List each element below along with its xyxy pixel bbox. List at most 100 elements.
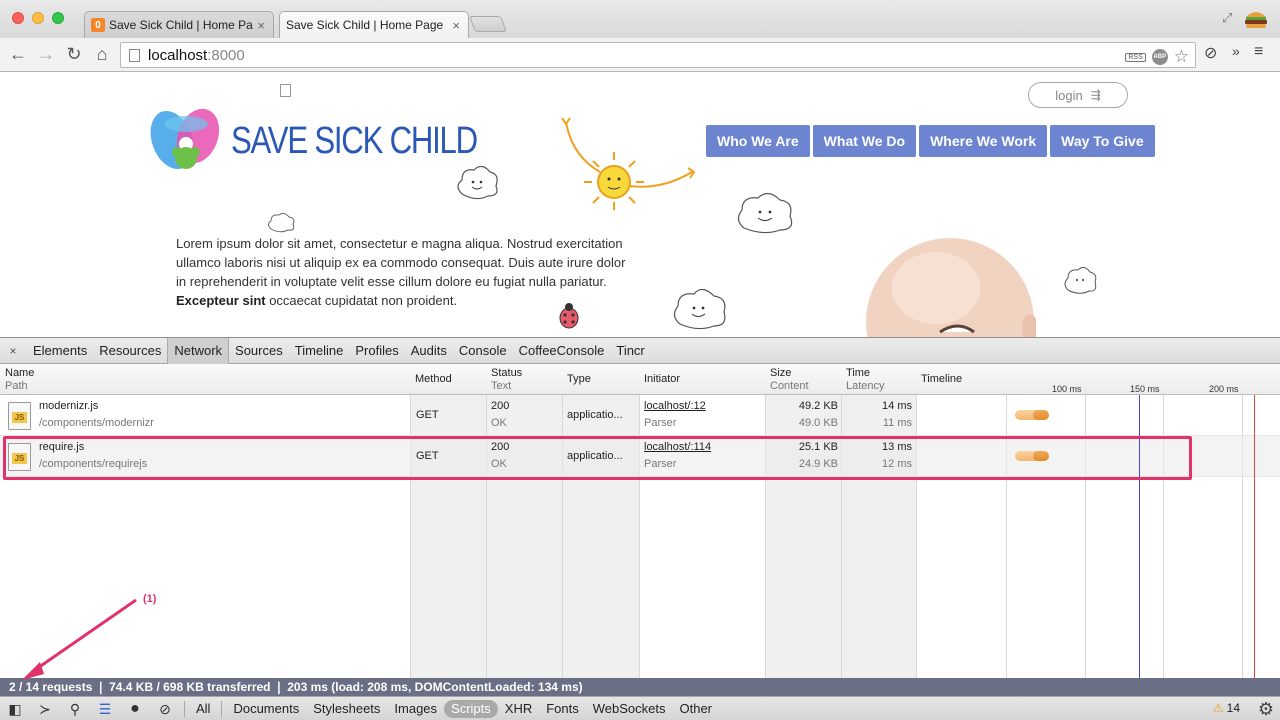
browser-titlebar: 0 Save Sick Child | Home Page × Save Sic… — [0, 0, 1280, 97]
header-status[interactable]: Status Text — [491, 367, 522, 393]
nav-way-to-give[interactable]: Way To Give — [1050, 125, 1155, 157]
rss-icon[interactable]: RSS — [1125, 52, 1146, 62]
settings-gear-icon[interactable]: ⚙ — [1258, 699, 1274, 720]
page-icon — [280, 84, 291, 97]
waterfall-bar[interactable] — [1015, 410, 1049, 420]
intro-bold: Excepteur sint — [176, 293, 266, 308]
annotation-highlight-box — [3, 436, 1192, 480]
nav-where-we-work[interactable]: Where We Work — [919, 125, 1048, 157]
cloud-doodle-icon — [1064, 266, 1097, 294]
tick-label: 200 ms — [1209, 384, 1239, 394]
extension-icon[interactable]: ⊘ — [1204, 43, 1217, 63]
browser-tab-2[interactable]: Save Sick Child | Home Page × — [279, 11, 469, 97]
tab-timeline[interactable]: Timeline — [289, 338, 350, 364]
initiator-link[interactable]: localhost/:12 — [644, 398, 706, 415]
js-file-icon: JS — [8, 402, 31, 430]
header-method[interactable]: Method — [415, 373, 452, 386]
login-label: login — [1055, 87, 1083, 103]
large-rows-icon[interactable]: ☰ — [90, 697, 120, 720]
sun-doodle-icon — [561, 117, 696, 210]
network-summary-bar: 2 / 14 requests ❘ 74.4 KB / 698 KB trans… — [0, 678, 1280, 696]
header-size-label: Size — [770, 367, 792, 379]
address-bar[interactable]: localhost:8000 RSS ABP ☆ — [120, 42, 1196, 68]
minimize-window-button[interactable] — [32, 12, 44, 24]
tab-network[interactable]: Network — [167, 337, 230, 364]
warning-counter[interactable]: ⚠ 14 — [1213, 701, 1240, 715]
cloud-doodle-icon — [457, 165, 498, 200]
tab-elements[interactable]: Elements — [27, 338, 93, 364]
filter-all[interactable]: All — [189, 700, 217, 718]
tab-coffeeconsole[interactable]: CoffeeConsole — [513, 338, 611, 364]
tab-close-icon[interactable]: × — [257, 18, 265, 33]
home-icon[interactable]: ⌂ — [90, 43, 114, 65]
tab-audits[interactable]: Audits — [405, 338, 453, 364]
url-port: :8000 — [207, 46, 245, 64]
login-icon: ⇶ — [1090, 88, 1101, 102]
load-marker — [1254, 395, 1255, 678]
header-text-label: Text — [491, 380, 512, 392]
tab-tincr[interactable]: Tincr — [610, 338, 650, 364]
row-size: 49.2 KB — [798, 400, 838, 412]
login-button[interactable]: login ⇶ — [1028, 82, 1128, 108]
overflow-chevron-icon[interactable]: » — [1232, 43, 1240, 59]
tab-resources[interactable]: Resources — [93, 338, 167, 364]
menu-icon[interactable]: ≡ — [1254, 43, 1263, 61]
fullscreen-icon[interactable]: ⤢ — [1222, 10, 1232, 26]
tab-console[interactable]: Console — [453, 338, 513, 364]
forward-arrow-icon[interactable]: → — [34, 43, 58, 65]
filter-scripts[interactable]: Scripts — [444, 700, 498, 718]
browser-tab-1[interactable]: 0 Save Sick Child | Home Page × — [84, 11, 274, 38]
tab-profiles[interactable]: Profiles — [349, 338, 404, 364]
clear-icon[interactable]: ⊘ — [150, 697, 180, 720]
page-icon — [129, 48, 140, 62]
devtools-tabbar: × Elements Resources Network Sources Tim… — [0, 337, 1280, 364]
close-window-button[interactable] — [12, 12, 24, 24]
nav-what-we-do[interactable]: What We Do — [812, 125, 917, 157]
header-name[interactable]: Name Path — [5, 367, 34, 393]
table-row[interactable]: JS modernizr.js/components/modernizr GET… — [0, 395, 1280, 436]
tab-sources[interactable]: Sources — [229, 338, 289, 364]
header-size[interactable]: Size Content — [770, 367, 809, 393]
row-latency: 11 ms — [882, 417, 912, 429]
filter-xhr[interactable]: XHR — [498, 700, 539, 718]
row-name-cell: modernizr.js/components/modernizr — [39, 398, 154, 432]
annotation-label: (1) — [143, 593, 157, 605]
row-status: 200 — [491, 400, 510, 412]
filter-images[interactable]: Images — [387, 700, 444, 718]
tab-close-icon[interactable]: × — [452, 18, 460, 33]
new-tab-button[interactable] — [469, 16, 507, 32]
console-drawer-icon[interactable]: ≻ — [30, 697, 60, 720]
adblock-icon[interactable]: ABP — [1151, 49, 1168, 65]
main-nav: Who We Are What We Do Where We Work Way … — [706, 125, 1155, 157]
filter-fonts[interactable]: Fonts — [539, 700, 586, 718]
dock-icon[interactable]: ◧ — [0, 697, 30, 720]
burger-icon[interactable] — [1242, 5, 1270, 33]
filter-stylesheets[interactable]: Stylesheets — [306, 700, 387, 718]
header-status-label: Status — [491, 367, 523, 379]
search-icon[interactable]: ⚲ — [60, 697, 90, 720]
network-grid: Name Path Method Status Text Type Initiato… — [0, 364, 1280, 678]
header-type[interactable]: Type — [567, 373, 591, 386]
filter-websockets[interactable]: WebSockets — [586, 700, 673, 718]
url-host: localhost — [148, 46, 208, 64]
row-time: 14 ms — [882, 400, 912, 412]
header-timeline[interactable]: Timeline — [921, 373, 962, 386]
back-arrow-icon[interactable]: ← — [6, 43, 30, 65]
header-initiator[interactable]: Initiator — [644, 373, 680, 386]
bookmark-star-icon[interactable]: ☆ — [1174, 47, 1189, 67]
tab-title: Save Sick Child | Home Page — [109, 18, 254, 32]
network-header-row: Name Path Method Status Text Type Initiato… — [0, 364, 1280, 395]
reload-icon[interactable]: ↻ — [62, 43, 86, 65]
filter-other[interactable]: Other — [673, 700, 720, 718]
header-name-label: Name — [5, 367, 35, 379]
header-time[interactable]: Time Latency — [846, 367, 885, 393]
intro-line: in reprehenderit in voluptate velit esse… — [176, 274, 607, 289]
logo-text[interactable]: SAVE SICK CHILD — [231, 120, 478, 163]
nav-who-we-are[interactable]: Who We Are — [706, 125, 810, 157]
orange-page-icon: 0 — [91, 18, 105, 32]
zoom-window-button[interactable] — [52, 12, 64, 24]
record-icon[interactable]: ● — [120, 697, 150, 720]
filter-documents[interactable]: Documents — [226, 700, 306, 718]
logo-icon — [150, 108, 220, 170]
devtools-close-icon[interactable]: × — [2, 344, 24, 358]
